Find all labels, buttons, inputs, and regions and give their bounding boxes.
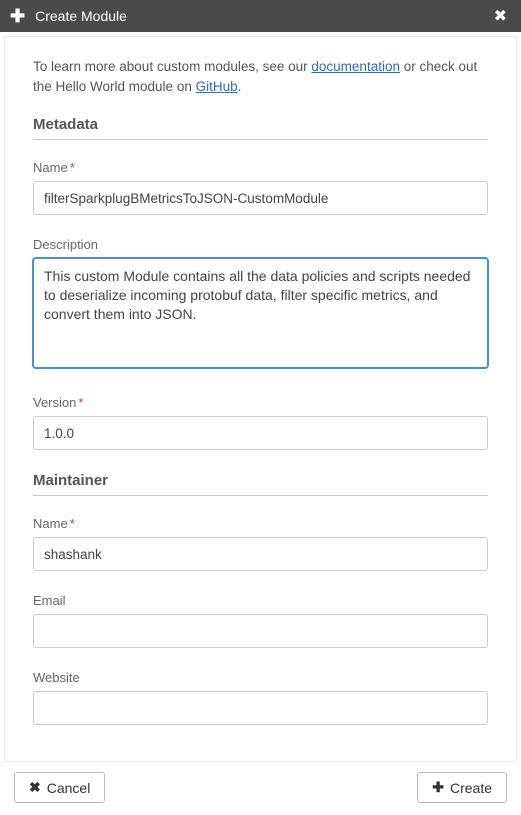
cancel-label: Cancel xyxy=(47,780,91,796)
plus-icon: ✚ xyxy=(432,779,444,796)
version-label: Version* xyxy=(33,395,488,410)
email-input[interactable] xyxy=(33,614,488,648)
plus-icon: ✚ xyxy=(10,6,25,27)
maintainer-name-label: Name* xyxy=(33,516,488,531)
section-metadata-title: Metadata xyxy=(33,116,488,140)
website-input[interactable] xyxy=(33,691,488,725)
name-input[interactable] xyxy=(33,181,488,215)
modal-header: ✚ Create Module ✖ xyxy=(0,0,521,32)
maintainer-name-label-text: Name xyxy=(33,516,68,531)
field-description: Description This custom Module contains … xyxy=(33,237,488,373)
close-icon[interactable]: ✖ xyxy=(490,6,511,26)
version-input[interactable] xyxy=(33,416,488,450)
website-label: Website xyxy=(33,670,488,685)
modal-title: Create Module xyxy=(35,8,490,24)
required-indicator: * xyxy=(78,395,83,410)
create-button[interactable]: ✚ Create xyxy=(417,772,507,803)
field-maintainer-name: Name* xyxy=(33,516,488,571)
github-link[interactable]: GitHub xyxy=(196,79,238,94)
description-textarea[interactable]: This custom Module contains all the data… xyxy=(33,258,488,368)
documentation-link[interactable]: documentation xyxy=(311,59,400,74)
create-label: Create xyxy=(450,780,492,796)
field-name: Name* xyxy=(33,160,488,215)
name-label: Name* xyxy=(33,160,488,175)
version-label-text: Version xyxy=(33,395,76,410)
maintainer-name-input[interactable] xyxy=(33,537,488,571)
intro-suffix: . xyxy=(238,79,242,94)
email-label: Email xyxy=(33,593,488,608)
required-indicator: * xyxy=(70,516,75,531)
name-label-text: Name xyxy=(33,160,68,175)
intro-prefix: To learn more about custom modules, see … xyxy=(33,59,311,74)
cancel-icon: ✖ xyxy=(29,779,41,796)
cancel-button[interactable]: ✖ Cancel xyxy=(14,772,105,803)
field-website: Website xyxy=(33,670,488,725)
field-version: Version* xyxy=(33,395,488,450)
required-indicator: * xyxy=(70,160,75,175)
intro-text: To learn more about custom modules, see … xyxy=(33,57,488,96)
modal-body: To learn more about custom modules, see … xyxy=(4,36,517,762)
field-email: Email xyxy=(33,593,488,648)
section-maintainer-title: Maintainer xyxy=(33,472,488,496)
description-label: Description xyxy=(33,237,488,252)
modal-footer: ✖ Cancel ✚ Create xyxy=(0,762,521,815)
